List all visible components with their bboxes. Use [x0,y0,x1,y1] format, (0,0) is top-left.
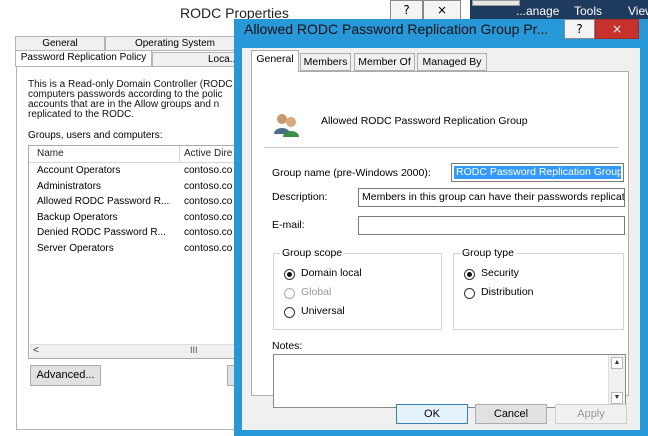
list-item-name: Backup Operators [37,211,118,223]
bg-list-header: Name Active Dire [29,146,237,163]
col-header-name[interactable]: Name [37,148,64,159]
scroll-up-icon[interactable]: ▲ [611,357,623,369]
tab-managed-by[interactable]: Managed By [417,53,487,71]
group-scope-title: Group scope [280,247,345,259]
list-item-dir: contoso.co [184,211,233,223]
type-security-label[interactable]: Security [481,267,519,279]
list-item-dir: contoso.co [184,180,233,192]
tab-members[interactable]: Members [300,53,351,71]
notes-vscrollbar[interactable]: ▲ ▼ [608,355,625,407]
dialog-help-button[interactable]: ? [564,19,595,39]
scope-universal-radio[interactable] [284,307,295,318]
list-item-name: Allowed RODC Password R... [37,196,170,207]
list-item-name: Server Operators [37,242,114,254]
bg-tab-password-replication-policy[interactable]: Password Replication Policy [15,50,152,67]
general-tab-panel: Allowed RODC Password Replication Group … [251,71,629,408]
bg-tab-operating-system[interactable]: Operating System [105,36,245,51]
prewin-name-value: RODC Password Replication Group [454,166,623,179]
col-header-active-directory[interactable]: Active Dire [184,148,232,159]
header-separator [264,147,618,148]
bg-groups-list[interactable]: Name Active Dire Account Operators contos… [28,145,238,359]
bg-description: This is a Read-only Domain Controller (R… [28,80,238,120]
ok-button[interactable]: OK [396,404,468,424]
list-item[interactable]: Allowed RODC Password R... contoso.co [29,194,237,210]
tab-member-of[interactable]: Member Of [354,53,415,71]
scope-global-radio [284,288,295,299]
list-item-dir: contoso.co [184,242,233,254]
scroll-thumb[interactable]: III [190,345,198,355]
bg-desc-line: replicated to the RODC. [28,109,135,120]
bg-list-hscrollbar[interactable]: < III [30,344,237,358]
prewin-name-field[interactable]: RODC Password Replication Group [451,163,624,182]
type-security-radio[interactable] [464,269,475,280]
dialog-body: General Members Member Of Managed By All… [242,48,640,430]
tab-general[interactable]: General [251,50,299,72]
notes-label: Notes: [272,340,303,352]
bg-close-button[interactable]: × [423,0,461,20]
group-properties-dialog: Allowed RODC Password Replication Group … [234,19,648,436]
group-scope-box: Group scope Domain local Global Universa… [273,247,442,330]
bg-tab-general[interactable]: General [15,36,105,51]
menu-item-manage[interactable]: ...anage [516,4,559,18]
bg-tab-location[interactable]: Loca... [152,52,245,67]
col-separator[interactable] [179,146,180,163]
list-item[interactable]: Denied RODC Password R... contoso.co [29,225,237,241]
prewin-label: Group name (pre-Windows 2000): [272,167,431,179]
list-item[interactable]: Account Operators contoso.co [29,163,237,179]
list-item-dir: contoso.co [184,196,233,207]
menu-item-view[interactable]: View [628,4,648,18]
menu-item-tools[interactable]: Tools [574,4,602,18]
email-label: E-mail: [272,219,305,231]
group-users-icon [272,112,302,138]
group-display-name: Allowed RODC Password Replication Group [321,115,528,127]
type-distribution-label[interactable]: Distribution [481,286,534,298]
notes-textarea[interactable]: ▲ ▼ [273,354,626,408]
bg-help-button[interactable]: ? [390,0,423,20]
bg-groups-label: Groups, users and computers: [28,130,163,141]
dialog-close-button[interactable]: × [595,19,639,39]
email-field[interactable] [358,216,625,235]
description-label: Description: [272,191,328,203]
scroll-down-icon[interactable]: ▼ [611,392,623,404]
list-item[interactable]: Server Operators contoso.co [29,241,237,257]
list-item-name: Account Operators [37,165,121,176]
list-item-name: Denied RODC Password R... [37,227,166,238]
scope-domain-local-label[interactable]: Domain local [301,267,362,279]
list-item[interactable]: Administrators contoso.co [29,179,237,195]
dialog-title: Allowed RODC Password Replication Group … [244,21,549,37]
group-type-box: Group type Security Distribution [453,247,624,330]
cancel-button[interactable]: Cancel [475,404,547,424]
scope-domain-local-radio[interactable] [284,269,295,280]
group-type-title: Group type [460,247,516,259]
list-item-name: Administrators [37,180,101,192]
advanced-button[interactable]: Advanced... [30,365,101,386]
list-item[interactable]: Backup Operators contoso.co [29,210,237,226]
behind-window-edge [472,0,520,6]
apply-button: Apply [555,404,627,424]
description-field[interactable]: Members in this group can have their pas… [358,188,625,207]
scroll-left-icon[interactable]: < [33,345,39,356]
list-item-dir: contoso.co [184,227,233,238]
list-item-dir: contoso.co [184,165,233,176]
scope-global-label: Global [301,286,332,298]
scope-universal-label[interactable]: Universal [301,305,345,317]
type-distribution-radio[interactable] [464,288,475,299]
